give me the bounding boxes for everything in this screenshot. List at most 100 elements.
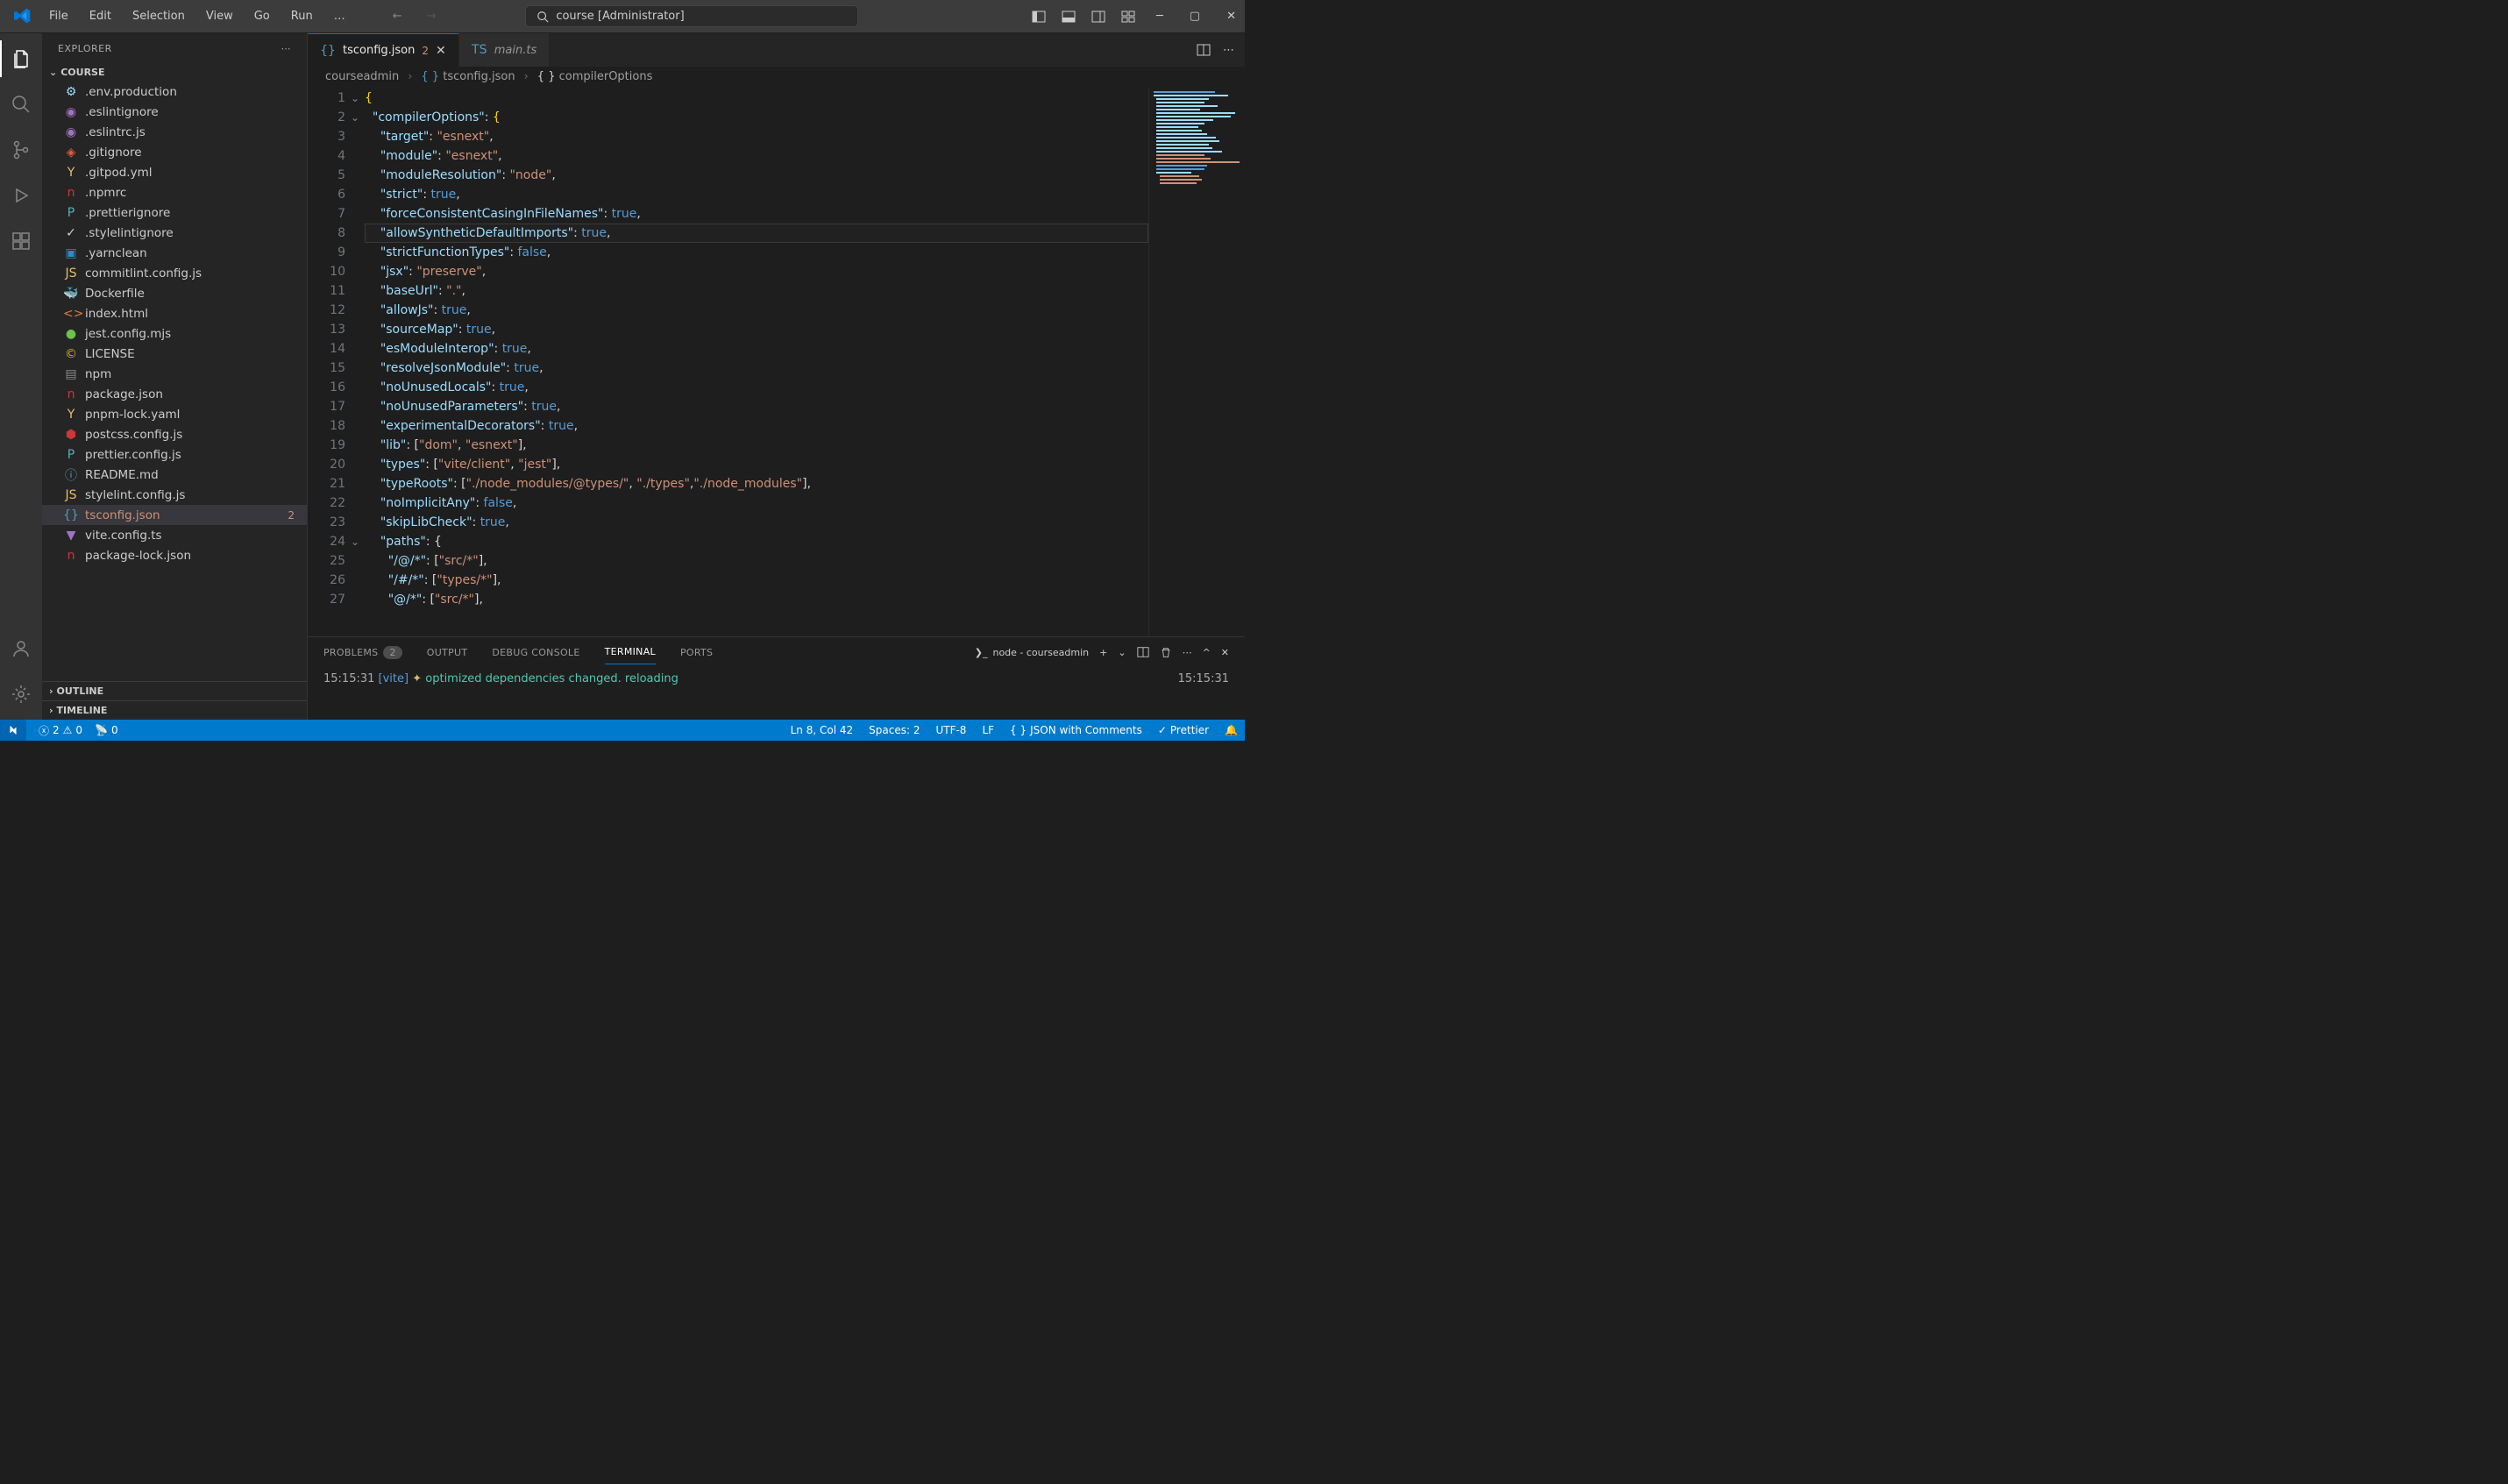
file-item[interactable]: 🐳Dockerfile bbox=[42, 283, 307, 303]
file-item[interactable]: Pprettier.config.js bbox=[42, 444, 307, 465]
timeline-section[interactable]: › TIMELINE bbox=[42, 700, 307, 720]
line-number[interactable]: 5 bbox=[308, 166, 345, 185]
file-item[interactable]: ✓.stylelintignore bbox=[42, 223, 307, 243]
file-item[interactable]: Y.gitpod.yml bbox=[42, 162, 307, 182]
line-number[interactable]: 11 bbox=[308, 281, 345, 301]
sidebar-more-icon[interactable]: ⋯ bbox=[281, 43, 292, 54]
status-eol[interactable]: LF bbox=[982, 724, 994, 736]
status-language[interactable]: { } JSON with Comments bbox=[1010, 724, 1142, 736]
minimize-icon[interactable]: ─ bbox=[1155, 8, 1165, 25]
menu-item-selection[interactable]: Selection bbox=[124, 6, 194, 26]
line-number[interactable]: 24 bbox=[308, 532, 345, 551]
line-number[interactable]: 9 bbox=[308, 243, 345, 262]
panel-more-icon[interactable]: ⋯ bbox=[1183, 647, 1192, 658]
line-number[interactable]: 8 bbox=[308, 224, 345, 243]
editor-tab[interactable]: TSmain.ts bbox=[459, 33, 550, 67]
line-number[interactable]: 6 bbox=[308, 185, 345, 204]
close-icon[interactable]: ✕ bbox=[1225, 8, 1238, 25]
file-item[interactable]: JScommitlint.config.js bbox=[42, 263, 307, 283]
line-number[interactable]: 23 bbox=[308, 513, 345, 532]
panel-tab-ports[interactable]: PORTS bbox=[680, 641, 713, 664]
menu-item-go[interactable]: Go bbox=[245, 6, 279, 26]
status-errors[interactable]: ⓧ 2 ⚠ 0 bbox=[39, 723, 82, 738]
close-tab-icon[interactable]: ✕ bbox=[436, 44, 446, 58]
split-terminal-icon[interactable] bbox=[1137, 646, 1149, 658]
file-item[interactable]: ◉.eslintignore bbox=[42, 102, 307, 122]
line-number[interactable]: 10 bbox=[308, 262, 345, 281]
split-editor-icon[interactable] bbox=[1197, 43, 1211, 57]
line-number[interactable]: 16 bbox=[308, 378, 345, 397]
terminal-chevron-icon[interactable]: ⌄ bbox=[1118, 647, 1126, 658]
customize-layout-icon[interactable] bbox=[1119, 8, 1137, 25]
line-number[interactable]: 17 bbox=[308, 397, 345, 416]
maximize-panel-icon[interactable]: ^ bbox=[1203, 647, 1211, 658]
panel-tab-debug-console[interactable]: DEBUG CONSOLE bbox=[492, 641, 579, 664]
file-item[interactable]: JSstylelint.config.js bbox=[42, 485, 307, 505]
outline-section[interactable]: › OUTLINE bbox=[42, 681, 307, 700]
code-content[interactable]: { "compilerOptions": { "target": "esnext… bbox=[365, 87, 1148, 636]
file-item[interactable]: ▤npm bbox=[42, 364, 307, 384]
menu-item-run[interactable]: Run bbox=[282, 6, 322, 26]
file-item[interactable]: ⬢postcss.config.js bbox=[42, 424, 307, 444]
file-item[interactable]: ◈.gitignore bbox=[42, 142, 307, 162]
activity-settings-icon[interactable] bbox=[0, 676, 42, 713]
breadcrumb-item[interactable]: { } tsconfig.json bbox=[421, 70, 515, 83]
breadcrumbs[interactable]: courseadmin›{ } tsconfig.json›{ } compil… bbox=[308, 67, 1245, 87]
close-panel-icon[interactable]: ✕ bbox=[1221, 647, 1229, 658]
toggle-sidebar-icon[interactable] bbox=[1030, 8, 1048, 25]
file-item[interactable]: npackage.json bbox=[42, 384, 307, 404]
panel-tab-output[interactable]: OUTPUT bbox=[427, 641, 468, 664]
line-number[interactable]: 7 bbox=[308, 204, 345, 224]
file-item[interactable]: npackage-lock.json bbox=[42, 545, 307, 565]
status-cursor-pos[interactable]: Ln 8, Col 42 bbox=[791, 724, 854, 736]
status-prettier[interactable]: ✓ Prettier bbox=[1158, 724, 1209, 736]
line-number[interactable]: 15 bbox=[308, 359, 345, 378]
terminal-body[interactable]: 15:15:31 [vite] ✦ optimized dependencies… bbox=[308, 667, 1245, 720]
breadcrumb-item[interactable]: { } compilerOptions bbox=[537, 70, 653, 83]
line-number[interactable]: 1 bbox=[308, 89, 345, 108]
status-encoding[interactable]: UTF-8 bbox=[935, 724, 966, 736]
activity-account-icon[interactable] bbox=[0, 630, 42, 667]
line-number[interactable]: 19 bbox=[308, 436, 345, 455]
line-number[interactable]: 27 bbox=[308, 590, 345, 609]
activity-search-icon[interactable] bbox=[0, 86, 42, 123]
file-item[interactable]: ▣.yarnclean bbox=[42, 243, 307, 263]
activity-debug-icon[interactable] bbox=[0, 177, 42, 214]
status-port[interactable]: 📡 0 bbox=[95, 724, 118, 736]
line-number[interactable]: 18 bbox=[308, 416, 345, 436]
line-number[interactable]: 12 bbox=[308, 301, 345, 320]
line-number[interactable]: 14 bbox=[308, 339, 345, 359]
more-actions-icon[interactable]: ⋯ bbox=[1223, 44, 1234, 57]
line-number[interactable]: 20 bbox=[308, 455, 345, 474]
activity-scm-icon[interactable] bbox=[0, 131, 42, 168]
minimap[interactable] bbox=[1148, 87, 1245, 636]
status-notifications-icon[interactable]: 🔔 bbox=[1225, 724, 1238, 736]
menu-item-edit[interactable]: Edit bbox=[81, 6, 120, 26]
kill-terminal-icon[interactable] bbox=[1160, 646, 1172, 658]
toggle-panel-icon[interactable] bbox=[1060, 8, 1077, 25]
command-center[interactable]: course [Administrator] bbox=[525, 5, 858, 27]
project-section-header[interactable]: ⌄ COURSE bbox=[42, 63, 307, 82]
line-number[interactable]: 26 bbox=[308, 571, 345, 590]
file-item[interactable]: ◉.eslintrc.js bbox=[42, 122, 307, 142]
line-number[interactable]: 3 bbox=[308, 127, 345, 146]
line-number[interactable]: 13 bbox=[308, 320, 345, 339]
panel-tab-terminal[interactable]: TERMINAL bbox=[605, 641, 656, 664]
line-number[interactable]: 2 bbox=[308, 108, 345, 127]
line-number[interactable]: 4 bbox=[308, 146, 345, 166]
status-indent[interactable]: Spaces: 2 bbox=[869, 724, 920, 736]
remote-indicator[interactable] bbox=[0, 720, 26, 741]
new-terminal-icon[interactable]: + bbox=[1099, 647, 1107, 658]
file-item[interactable]: {}tsconfig.json2 bbox=[42, 505, 307, 525]
maximize-icon[interactable]: ▢ bbox=[1188, 8, 1202, 25]
menu-item-view[interactable]: View bbox=[197, 6, 242, 26]
activity-explorer-icon[interactable] bbox=[0, 40, 42, 77]
toggle-secondary-icon[interactable] bbox=[1090, 8, 1107, 25]
line-number[interactable]: 21 bbox=[308, 474, 345, 493]
line-number[interactable]: 25 bbox=[308, 551, 345, 571]
file-item[interactable]: ⚙.env.production bbox=[42, 82, 307, 102]
nav-back-icon[interactable]: ← bbox=[389, 6, 406, 26]
file-item[interactable]: ▼vite.config.ts bbox=[42, 525, 307, 545]
nav-forward-icon[interactable]: → bbox=[423, 6, 440, 26]
menu-item-…[interactable]: … bbox=[325, 6, 354, 26]
